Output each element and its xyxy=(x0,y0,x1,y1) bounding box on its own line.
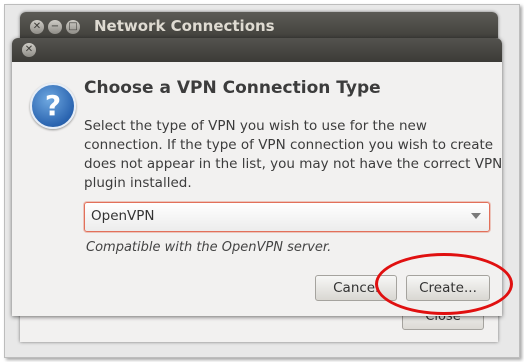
question-icon: ? xyxy=(30,83,76,129)
maximize-icon[interactable]: □ xyxy=(66,20,80,34)
vpn-type-selected-value: OpenVPN xyxy=(91,208,155,224)
highlight-annotation xyxy=(375,253,513,315)
close-icon[interactable]: ✕ xyxy=(30,20,44,34)
description-line: connection. If the type of VPN connectio… xyxy=(84,137,494,153)
vpn-type-note: Compatible with the OpenVPN server. xyxy=(86,240,332,255)
description-line: Select the type of VPN you wish to use f… xyxy=(84,118,427,134)
window-title: Network Connections xyxy=(94,17,275,35)
minimize-icon[interactable]: − xyxy=(48,20,62,34)
dialog-heading: Choose a VPN Connection Type xyxy=(84,78,381,98)
chevron-down-icon xyxy=(471,213,481,219)
dialog-description: Select the type of VPN you wish to use f… xyxy=(84,117,503,193)
vpn-type-select[interactable]: OpenVPN xyxy=(84,202,490,232)
close-icon[interactable]: ✕ xyxy=(22,43,36,57)
dialog-titlebar: ✕ xyxy=(12,38,502,62)
description-line: does not appear in the list, you may not… xyxy=(84,156,503,172)
description-line: plugin installed. xyxy=(84,175,192,191)
